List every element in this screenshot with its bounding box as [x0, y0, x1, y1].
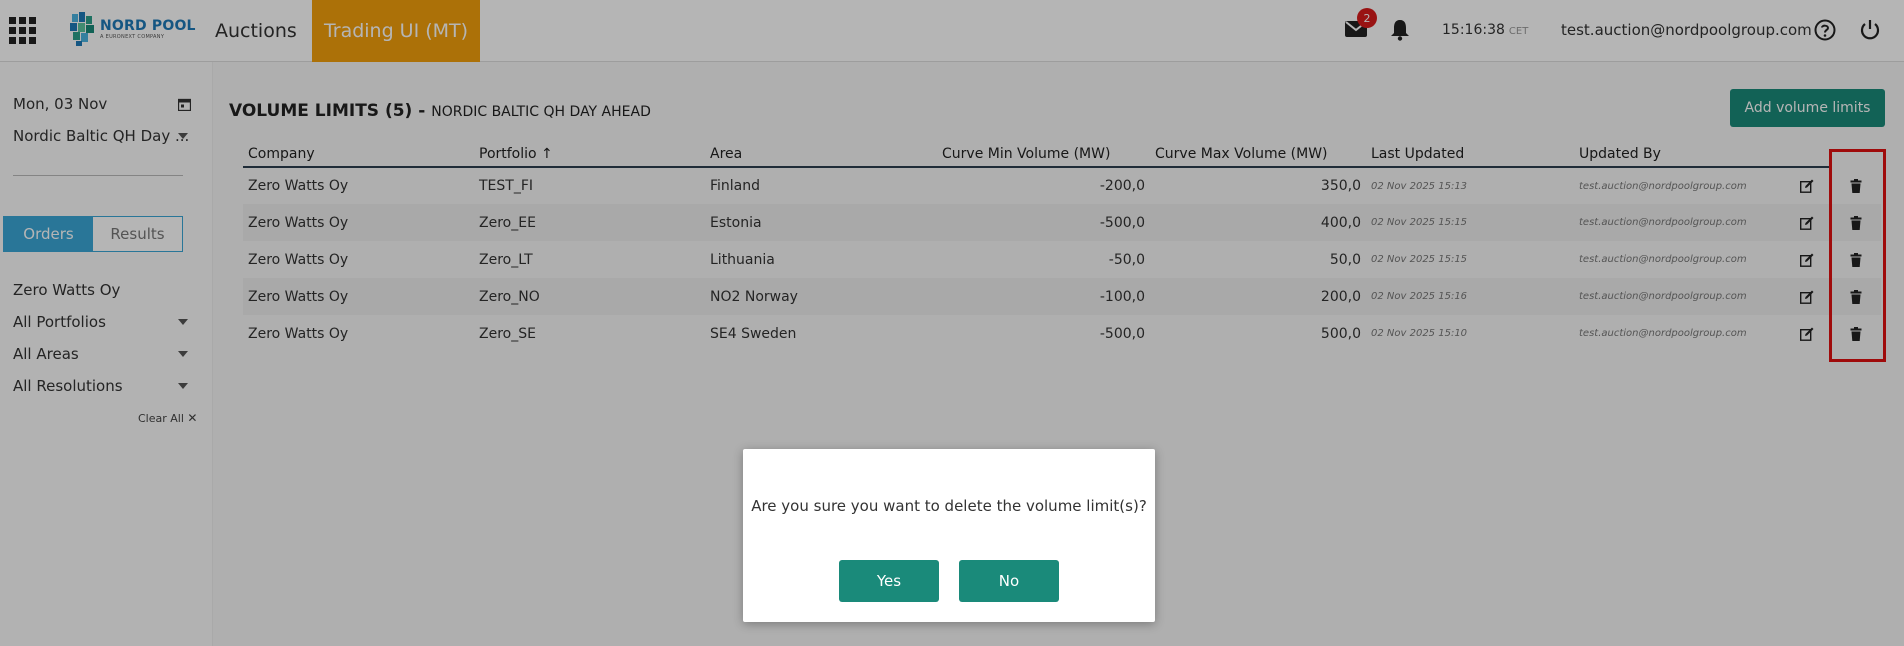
delete-confirmation-dialog: Are you sure you want to delete the volu… — [743, 449, 1155, 622]
no-button[interactable]: No — [959, 560, 1059, 602]
yes-button[interactable]: Yes — [839, 560, 939, 602]
dialog-message: Are you sure you want to delete the volu… — [751, 497, 1147, 515]
